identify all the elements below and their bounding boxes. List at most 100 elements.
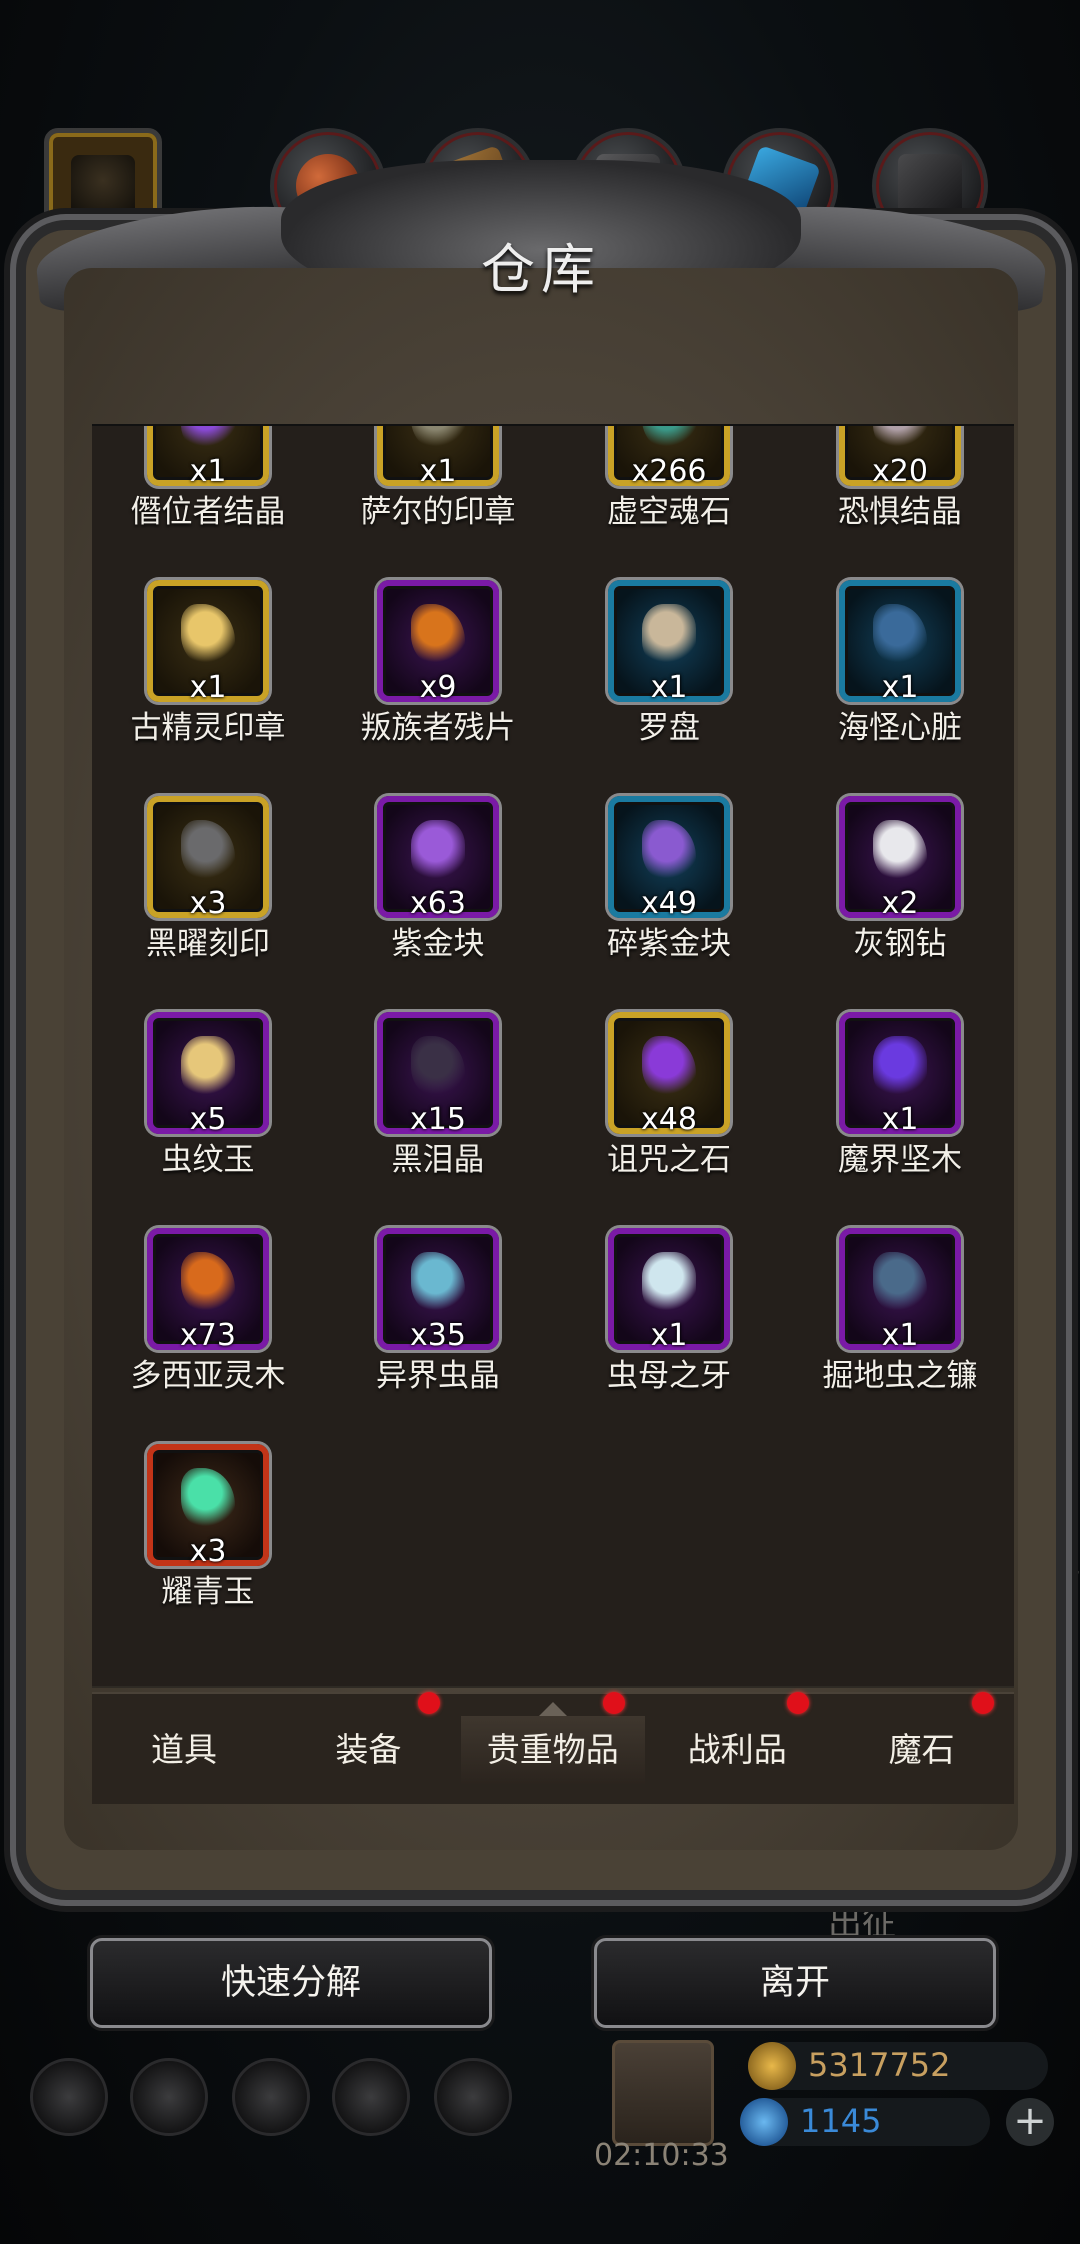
item-name: 叛族者残片 <box>360 710 516 746</box>
item-card[interactable]: x1 古精灵印章 <box>92 570 322 770</box>
item-name: 古精灵印章 <box>130 710 286 746</box>
gem-icon <box>740 2098 788 2146</box>
item-card[interactable]: x5 虫纹玉 <box>92 1002 322 1202</box>
category-tab[interactable]: 战利品 <box>645 1692 829 1784</box>
item-slot: x1 <box>608 580 730 705</box>
item-card[interactable]: x63 紫金块 <box>322 786 552 986</box>
item-count: x1 <box>650 1318 688 1353</box>
gift-box-icon[interactable] <box>612 2040 714 2146</box>
item-grid-viewport[interactable]: x1 僭位者结晶 x1 萨尔的印章 x266 虚空魂石 x20 恐惧结晶 x1 古精灵印章 x9 叛族… <box>92 424 1014 1688</box>
gem-resource: 1145 <box>740 2098 990 2146</box>
mail-icon[interactable] <box>332 2058 410 2136</box>
leave-button[interactable]: 离开 <box>594 1938 996 2028</box>
item-card[interactable]: x1 虫母之牙 <box>553 1218 783 1418</box>
item-slot: x35 <box>377 1228 499 1353</box>
item-icon <box>181 1036 235 1098</box>
item-count: x1 <box>881 1102 919 1137</box>
item-icon <box>411 820 465 882</box>
item-slot: x5 <box>147 1012 269 1137</box>
item-card[interactable]: x1 萨尔的印章 <box>322 426 552 554</box>
settings-icon[interactable] <box>30 2058 108 2136</box>
item-slot: x9 <box>377 580 499 705</box>
item-slot: x1 <box>608 1228 730 1353</box>
item-slot: x15 <box>377 1012 499 1137</box>
gem-value: 1145 <box>800 2102 882 2140</box>
item-card[interactable]: x20 恐惧结晶 <box>784 426 1014 554</box>
item-count: x1 <box>881 1318 919 1353</box>
item-icon <box>873 1036 927 1098</box>
item-card[interactable]: x1 魔界坚木 <box>784 1002 1014 1202</box>
item-slot: x48 <box>608 1012 730 1137</box>
category-tab[interactable]: 贵重物品 <box>460 1692 645 1784</box>
item-card[interactable]: x9 叛族者残片 <box>322 570 552 770</box>
item-name: 掘地虫之镰 <box>822 1358 978 1394</box>
notification-badge <box>602 1692 625 1714</box>
notification-badge <box>418 1692 441 1714</box>
category-tab-label: 战利品 <box>687 1730 787 1769</box>
item-card[interactable]: x266 虚空魂石 <box>553 426 783 554</box>
category-tab[interactable]: 道具 <box>92 1716 276 1784</box>
item-icon <box>642 1036 696 1098</box>
item-card[interactable]: x3 黑曜刻印 <box>92 786 322 986</box>
item-icon <box>873 820 927 882</box>
rank-icon[interactable] <box>232 2058 310 2136</box>
item-name: 恐惧结晶 <box>838 494 962 530</box>
gold-value: 5317752 <box>808 2046 951 2084</box>
item-slot: x2 <box>839 796 961 921</box>
item-card[interactable]: x48 诅咒之石 <box>553 1002 783 1202</box>
item-card[interactable]: x1 罗盘 <box>553 570 783 770</box>
item-name: 罗盘 <box>638 710 700 746</box>
item-card[interactable]: x49 碎紫金块 <box>553 786 783 986</box>
item-card[interactable]: x1 僭位者结晶 <box>92 426 322 554</box>
item-count: x48 <box>641 1102 697 1137</box>
item-name: 黑曜刻印 <box>146 926 270 962</box>
item-slot: x3 <box>147 1444 269 1569</box>
add-gem-button[interactable]: + <box>1006 2098 1054 2146</box>
quick-decompose-button[interactable]: 快速分解 <box>90 1938 492 2028</box>
handshake-icon[interactable] <box>434 2058 512 2136</box>
selected-indicator-icon <box>538 1702 567 1716</box>
item-card[interactable]: x1 掘地虫之镰 <box>784 1218 1014 1418</box>
item-icon <box>642 820 696 882</box>
item-count: x5 <box>189 1102 227 1137</box>
item-card[interactable]: x2 灰钢钻 <box>784 786 1014 986</box>
item-slot: x266 <box>608 426 730 489</box>
item-count: x266 <box>631 454 707 489</box>
item-count: x35 <box>410 1318 466 1353</box>
item-card[interactable]: x3 耀青玉 <box>92 1434 322 1634</box>
item-slot: x73 <box>147 1228 269 1353</box>
item-card[interactable]: x1 海怪心脏 <box>784 570 1014 770</box>
item-count: x1 <box>189 670 227 705</box>
item-name: 紫金块 <box>391 926 485 962</box>
item-name: 萨尔的印章 <box>360 494 516 530</box>
item-icon <box>873 426 927 450</box>
bottom-bar: 02:10:33 5317752 1145 + <box>0 2040 1080 2244</box>
item-name: 僭位者结晶 <box>130 494 286 530</box>
item-icon <box>181 820 235 882</box>
item-icon <box>181 604 235 666</box>
item-name: 黑泪晶 <box>391 1142 485 1178</box>
item-slot: x1 <box>839 1228 961 1353</box>
item-icon <box>873 604 927 666</box>
item-card[interactable]: x73 多西亚灵木 <box>92 1218 322 1418</box>
item-icon <box>411 1252 465 1314</box>
item-count: x49 <box>641 886 697 921</box>
item-name: 虫母之牙 <box>607 1358 731 1394</box>
item-count: x15 <box>410 1102 466 1137</box>
gold-coin-icon <box>748 2042 796 2090</box>
item-slot: x20 <box>839 426 961 489</box>
category-tab[interactable]: 装备 <box>276 1692 460 1784</box>
item-slot: x49 <box>608 796 730 921</box>
item-card[interactable]: x35 异界虫晶 <box>322 1218 552 1418</box>
item-card[interactable]: x15 黑泪晶 <box>322 1002 552 1202</box>
category-tab[interactable]: 魔石 <box>830 1692 1014 1784</box>
hooded-hero-icon <box>71 155 135 219</box>
category-tab-label: 道具 <box>151 1730 217 1769</box>
warehouse-panel: 仓库 x1 僭位者结晶 x1 萨尔的印章 x266 虚空魂石 x20 恐惧结晶 x1 古精灵印章 x… <box>26 160 1056 1890</box>
gold-resource: 5317752 <box>748 2042 1048 2090</box>
item-name: 虚空魂石 <box>607 494 731 530</box>
item-slot: x1 <box>377 426 499 489</box>
item-slot: x1 <box>147 580 269 705</box>
item-count: x9 <box>419 670 457 705</box>
achievement-icon[interactable] <box>130 2058 208 2136</box>
